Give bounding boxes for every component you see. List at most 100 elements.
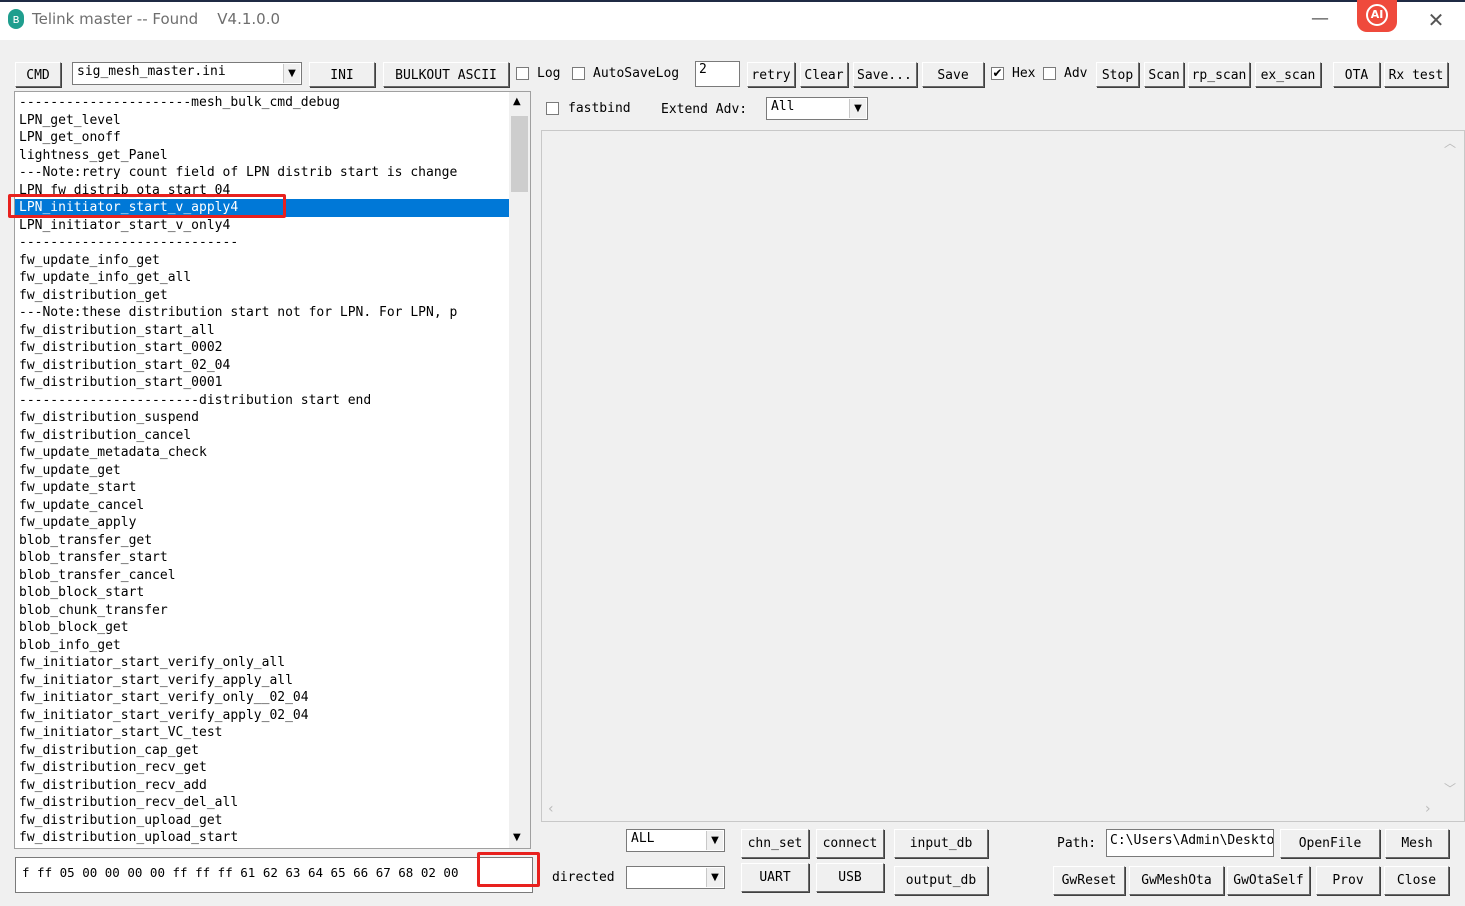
prov-button[interactable]: Prov: [1316, 866, 1380, 895]
list-item[interactable]: ---Note:retry count field of LPN distrib…: [15, 164, 509, 182]
adv-checkbox[interactable]: [1043, 67, 1056, 80]
connect-button[interactable]: connect: [816, 829, 884, 858]
list-item[interactable]: fw_update_cancel: [15, 497, 509, 515]
mesh-button[interactable]: Mesh: [1385, 829, 1449, 858]
list-item[interactable]: fw_initiator_start_verify_only__02_04: [15, 689, 509, 707]
retry-button[interactable]: retry: [747, 62, 795, 87]
list-item[interactable]: LPN_initiator_start_v_only4: [15, 217, 509, 235]
extend-adv-select[interactable]: All ▼: [766, 97, 868, 120]
openfile-button[interactable]: OpenFile: [1280, 829, 1380, 858]
rx-test-button[interactable]: Rx test: [1384, 62, 1448, 87]
input-db-button[interactable]: input_db: [894, 829, 988, 858]
scrollbar-thumb[interactable]: [511, 116, 528, 192]
uart-button[interactable]: UART: [741, 863, 809, 892]
list-item[interactable]: -----------------------distribution star…: [15, 392, 509, 410]
list-item[interactable]: blob_chunk_transfer: [15, 602, 509, 620]
list-item[interactable]: fw_distribution_recv_del_all: [15, 794, 509, 812]
list-item[interactable]: fw_initiator_start_VC_test: [15, 724, 509, 742]
adv-label: Adv: [1064, 66, 1088, 81]
gwmeshota-button[interactable]: GwMeshOta: [1129, 866, 1224, 895]
gwreset-button[interactable]: GwReset: [1053, 866, 1125, 895]
save-button[interactable]: Save: [922, 62, 984, 87]
list-item[interactable]: fw_distribution_start_02_04: [15, 357, 509, 375]
directed-select[interactable]: ▼: [626, 866, 725, 889]
list-item[interactable]: fw_distribution_start_0001: [15, 374, 509, 392]
retry-count-input[interactable]: 2: [695, 61, 740, 87]
cmd-button[interactable]: CMD: [15, 62, 61, 87]
list-item[interactable]: fw_distribution_upload_get: [15, 812, 509, 830]
chevron-right-icon[interactable]: ›: [1425, 801, 1431, 817]
scroll-up-icon[interactable]: ▲: [513, 96, 521, 107]
ai-assistant-button[interactable]: AI: [1357, 0, 1397, 32]
list-item[interactable]: fw_update_metadata_check: [15, 444, 509, 462]
chevron-down-icon[interactable]: ▼: [849, 99, 866, 118]
list-item[interactable]: LPN_get_onoff: [15, 129, 509, 147]
log-checkbox[interactable]: [516, 67, 529, 80]
list-item[interactable]: fw_distribution_start_0002: [15, 339, 509, 357]
usb-button[interactable]: USB: [816, 863, 884, 892]
all-select[interactable]: ALL ▼: [626, 829, 725, 852]
list-item[interactable]: blob_transfer_cancel: [15, 567, 509, 585]
autosavelog-checkbox[interactable]: [572, 67, 585, 80]
list-item[interactable]: ----------------------mesh_bulk_cmd_debu…: [15, 94, 509, 112]
list-item[interactable]: fw_initiator_start_verify_apply_all: [15, 672, 509, 690]
rp-scan-button[interactable]: rp_scan: [1188, 62, 1250, 87]
log-output-area[interactable]: [541, 130, 1465, 822]
list-item[interactable]: fw_update_apply: [15, 514, 509, 532]
command-list-scrollbar[interactable]: ▲ ▼: [509, 92, 530, 848]
list-item[interactable]: fw_distribution_start_all: [15, 322, 509, 340]
gwotaself-button[interactable]: GwOtaSelf: [1227, 866, 1310, 895]
all-select-value: ALL: [631, 831, 655, 846]
list-item[interactable]: fw_distribution_cap_get: [15, 742, 509, 760]
list-item[interactable]: blob_block_start: [15, 584, 509, 602]
list-item[interactable]: LPN_get_level: [15, 112, 509, 130]
list-item[interactable]: fw_update_info_get: [15, 252, 509, 270]
hex-command-input[interactable]: f ff 05 00 00 00 00 ff ff ff 61 62 63 64…: [15, 857, 533, 893]
list-item[interactable]: blob_block_get: [15, 619, 509, 637]
list-item[interactable]: fw_distribution_suspend: [15, 409, 509, 427]
chevron-down-icon[interactable]: ▼: [706, 831, 723, 850]
bulkout-ascii-button[interactable]: BULKOUT ASCII: [383, 62, 509, 87]
fastbind-checkbox[interactable]: [546, 102, 559, 115]
clear-button[interactable]: Clear: [800, 62, 848, 87]
list-item[interactable]: ----------------------------: [15, 234, 509, 252]
list-item[interactable]: fw_initiator_start_verify_apply_02_04: [15, 707, 509, 725]
scroll-down-icon[interactable]: ▼: [513, 832, 521, 843]
path-input[interactable]: C:\Users\Admin\Desktop: [1106, 829, 1274, 857]
list-item[interactable]: blob_transfer_get: [15, 532, 509, 550]
chevron-left-icon[interactable]: ‹: [548, 801, 554, 817]
directed-label: directed: [552, 870, 615, 885]
list-item[interactable]: fw_update_start: [15, 479, 509, 497]
save-as-button[interactable]: Save...: [853, 62, 917, 87]
ai-icon: AI: [1366, 4, 1388, 26]
minimize-button[interactable]: —: [1305, 6, 1335, 34]
list-item[interactable]: fw_distribution_cancel: [15, 427, 509, 445]
ex-scan-button[interactable]: ex_scan: [1255, 62, 1321, 87]
hex-checkbox[interactable]: ✔: [991, 67, 1004, 80]
list-item[interactable]: fw_update_get: [15, 462, 509, 480]
list-item[interactable]: fw_distribution_get: [15, 287, 509, 305]
output-db-button[interactable]: output_db: [894, 866, 988, 895]
extend-adv-label: Extend Adv:: [661, 102, 748, 117]
list-item[interactable]: ---Note:these distribution start not for…: [15, 304, 509, 322]
chn-set-button[interactable]: chn_set: [741, 829, 809, 858]
scan-button[interactable]: Scan: [1144, 62, 1184, 87]
chevron-down-icon[interactable]: ▼: [283, 64, 300, 83]
list-item[interactable]: fw_distribution_upload_start: [15, 829, 509, 847]
ini-button[interactable]: INI: [309, 62, 375, 87]
chevron-up-icon[interactable]: ︿: [1444, 134, 1456, 151]
stop-button[interactable]: Stop: [1096, 62, 1139, 87]
list-item[interactable]: fw_update_info_get_all: [15, 269, 509, 287]
list-item[interactable]: fw_distribution_recv_add: [15, 777, 509, 795]
list-item[interactable]: fw_distribution_recv_get: [15, 759, 509, 777]
list-item[interactable]: blob_transfer_start: [15, 549, 509, 567]
ini-file-select[interactable]: sig_mesh_master.ini ▼: [72, 62, 302, 85]
list-item[interactable]: lightness_get_Panel: [15, 147, 509, 165]
chevron-down-icon[interactable]: ▼: [706, 868, 723, 887]
list-item[interactable]: fw_initiator_start_verify_only_all: [15, 654, 509, 672]
list-item[interactable]: blob_info_get: [15, 637, 509, 655]
ota-button[interactable]: OTA: [1333, 62, 1380, 87]
close-window-button[interactable]: ✕: [1422, 6, 1450, 34]
close-button[interactable]: Close: [1384, 866, 1449, 895]
chevron-down-icon[interactable]: ﹀: [1444, 780, 1456, 797]
